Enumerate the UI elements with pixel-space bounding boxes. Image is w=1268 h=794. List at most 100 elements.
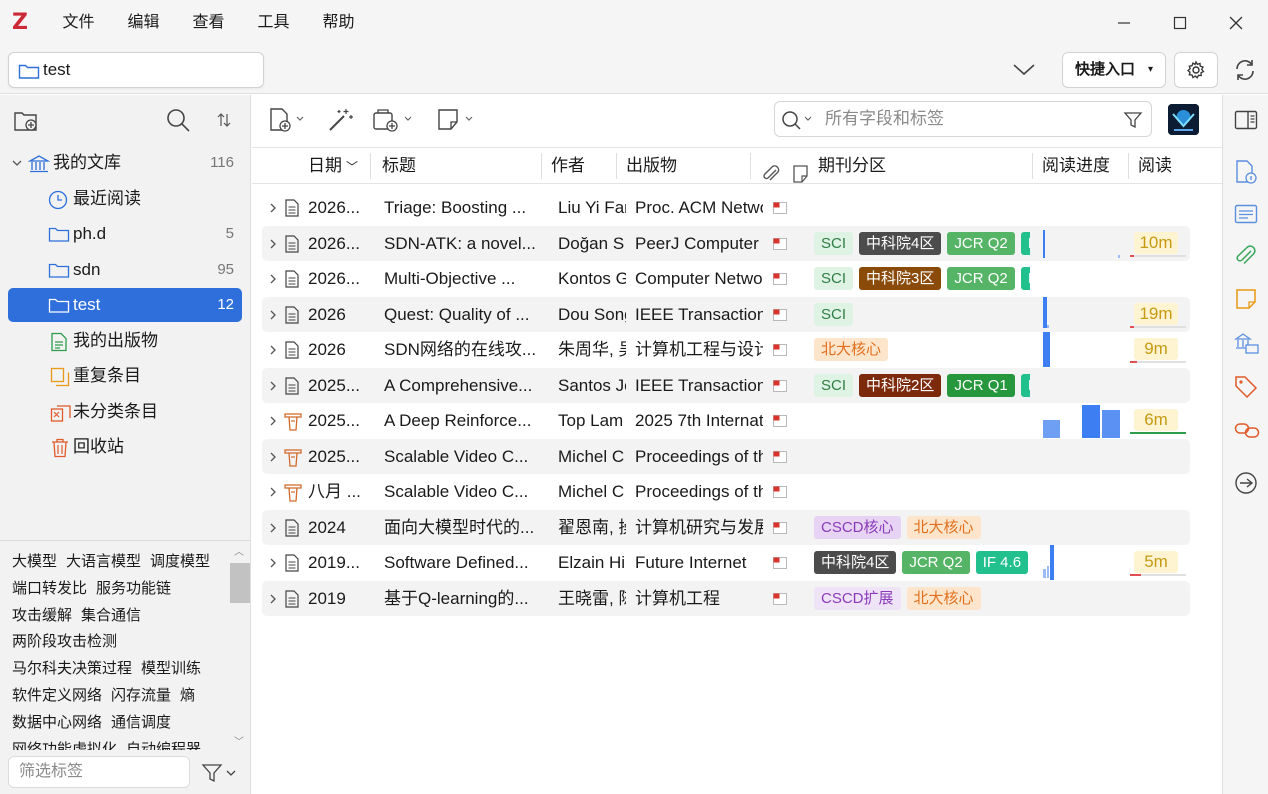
tree-item-test[interactable]: test 12 <box>8 288 242 322</box>
libraries-collections-icon[interactable] <box>1234 331 1260 355</box>
minimize-button[interactable] <box>1096 0 1152 46</box>
new-note-icon[interactable] <box>436 107 476 133</box>
chevron-right-icon[interactable] <box>268 309 278 321</box>
table-row[interactable]: 2019... Software Defined... Elzain Hi Futur… <box>262 545 1190 581</box>
pdf-icon[interactable] <box>772 521 788 535</box>
paperclip-icon[interactable] <box>760 156 782 192</box>
pdf-icon[interactable] <box>772 592 788 606</box>
attachments-icon[interactable] <box>1234 245 1258 269</box>
table-row[interactable]: 2019 基于Q-learning的... 王晓雷, 陈计算机工程 CSCD扩展北大核… <box>262 580 1190 616</box>
magic-wand-icon[interactable] <box>326 107 356 133</box>
new-item-icon[interactable] <box>268 107 308 133</box>
tag-item[interactable]: 模型训练 <box>141 660 201 677</box>
column-separator[interactable] <box>616 153 617 179</box>
chevron-right-icon[interactable] <box>268 238 278 250</box>
column-separator[interactable] <box>750 153 751 179</box>
add-attachment-icon[interactable] <box>372 107 416 133</box>
sort-icon[interactable] <box>216 112 232 128</box>
new-collection-icon[interactable] <box>13 109 41 133</box>
tab-test[interactable]: test <box>8 52 264 88</box>
tree-item-recent[interactable]: 最近阅读 <box>8 182 242 216</box>
tag-item[interactable]: 大语言模型 <box>66 553 141 570</box>
close-button[interactable] <box>1208 0 1264 46</box>
chevron-right-icon[interactable] <box>268 593 278 605</box>
scroll-up-icon[interactable]: ︿ <box>234 543 244 558</box>
tag-item[interactable]: 熵 <box>180 687 195 704</box>
tag-item[interactable]: 大模型 <box>12 553 57 570</box>
sync-icon[interactable] <box>1232 57 1258 83</box>
table-row[interactable]: 2025... A Comprehensive... Santos Jo IEEE T… <box>262 367 1190 403</box>
tree-item-unfiled[interactable]: 未分类条目 <box>8 395 242 429</box>
table-row[interactable]: 2026 SDN网络的在线攻... 朱周华, 吴计算机工程与设计 北大核心 9m <box>262 332 1190 368</box>
related-icon[interactable] <box>1234 419 1260 441</box>
pdf-icon[interactable] <box>772 379 788 393</box>
column-reading-progress[interactable]: 阅读进度 <box>1042 148 1110 184</box>
table-row[interactable]: 2026... Multi-Objective ... Kontos G Comput… <box>262 261 1190 297</box>
column-separator[interactable] <box>1128 153 1129 179</box>
chevron-right-icon[interactable] <box>268 557 278 569</box>
column-publication[interactable]: 出版物 <box>626 148 677 184</box>
menu-file[interactable]: 文件 <box>46 0 111 46</box>
column-author[interactable]: 作者 <box>551 148 585 184</box>
pdf-icon[interactable] <box>772 343 788 357</box>
table-row[interactable]: 八月 ... Scalable Video C... Michel C Proceed… <box>262 474 1190 510</box>
tree-item-sdn[interactable]: sdn 95 <box>8 253 242 287</box>
tag-item[interactable]: 两阶段攻击检测 <box>12 633 117 650</box>
menu-tools[interactable]: 工具 <box>241 0 306 46</box>
tag-item[interactable]: 软件定义网络 <box>12 687 102 704</box>
tag-item[interactable]: 马尔科夫决策过程 <box>12 660 132 677</box>
menu-edit[interactable]: 编辑 <box>111 0 176 46</box>
chevron-right-icon[interactable] <box>268 522 278 534</box>
pdf-icon[interactable] <box>772 272 788 286</box>
menu-view[interactable]: 查看 <box>176 0 241 46</box>
tree-item-phd[interactable]: ph.d 5 <box>8 217 242 251</box>
pdf-icon[interactable] <box>772 414 788 428</box>
table-row[interactable]: 2025... A Deep Reinforce... Top Lam 2025 7t… <box>262 403 1190 439</box>
abstract-icon[interactable] <box>1234 203 1258 225</box>
chevron-right-icon[interactable] <box>268 486 278 498</box>
settings-button[interactable] <box>1174 52 1218 88</box>
quick-access-button[interactable]: 快捷入口 ▾ <box>1062 52 1166 88</box>
table-row[interactable]: 2024 面向大模型时代的... 翟恩南, 操计算机研究与发展 CSCD核心北大核心 <box>262 509 1190 545</box>
column-date[interactable]: 日期 ﹀ <box>308 148 358 184</box>
info-icon[interactable] <box>1234 159 1258 185</box>
table-row[interactable]: 2026... Triage: Boosting ... Liu Yi Fan Pro… <box>262 190 1190 226</box>
chevron-right-icon[interactable] <box>268 415 278 427</box>
filter-icon[interactable] <box>200 762 240 784</box>
scroll-down-icon[interactable]: ﹀ <box>234 733 244 748</box>
pdf-icon[interactable] <box>772 556 788 570</box>
column-separator[interactable] <box>1032 153 1033 179</box>
column-read-time[interactable]: 阅读 <box>1138 148 1172 184</box>
chevron-right-icon[interactable] <box>268 344 278 356</box>
tags-icon[interactable] <box>1234 375 1258 399</box>
tag-item[interactable]: 通信调度 <box>111 714 171 731</box>
chevron-right-icon[interactable] <box>268 202 278 214</box>
menu-help[interactable]: 帮助 <box>306 0 371 46</box>
chevron-right-icon[interactable] <box>268 273 278 285</box>
tag-item[interactable]: 集合通信 <box>81 607 141 624</box>
table-row[interactable]: 2026 Quest: Quality of ... Dou Song IEEE Tr… <box>262 296 1190 332</box>
column-separator[interactable] <box>370 153 371 179</box>
chevron-right-icon[interactable] <box>268 380 278 392</box>
toggle-pane-icon[interactable] <box>1234 109 1258 131</box>
tag-item[interactable]: 攻击缓解 <box>12 607 72 624</box>
search-icon[interactable] <box>165 107 191 133</box>
column-title[interactable]: 标题 <box>382 148 416 184</box>
table-row[interactable]: 2026... SDN-ATK: a novel... Doğan S PeerJ C… <box>262 225 1190 261</box>
pdf-icon[interactable] <box>772 201 788 215</box>
avatar[interactable] <box>1168 104 1199 135</box>
tree-item-trash[interactable]: 回收站 <box>8 430 242 464</box>
filter-icon[interactable] <box>1123 110 1143 130</box>
tag-item[interactable]: 调度模型 <box>150 553 210 570</box>
tag-filter-input[interactable]: 筛选标签 <box>8 756 190 788</box>
pdf-icon[interactable] <box>772 450 788 464</box>
tree-item-duplicates[interactable]: 重复条目 <box>8 359 242 393</box>
tag-item[interactable]: 数据中心网络 <box>12 714 102 731</box>
search-input[interactable]: 所有字段和标签 <box>774 101 1152 137</box>
tree-item-my-library[interactable]: 我的文库 116 <box>8 146 242 180</box>
maximize-button[interactable] <box>1152 0 1208 46</box>
notes-icon[interactable] <box>1234 287 1258 311</box>
pdf-icon[interactable] <box>772 308 788 322</box>
tag-item[interactable]: 端口转发比 <box>12 580 87 597</box>
notes-column-icon[interactable] <box>792 156 810 192</box>
